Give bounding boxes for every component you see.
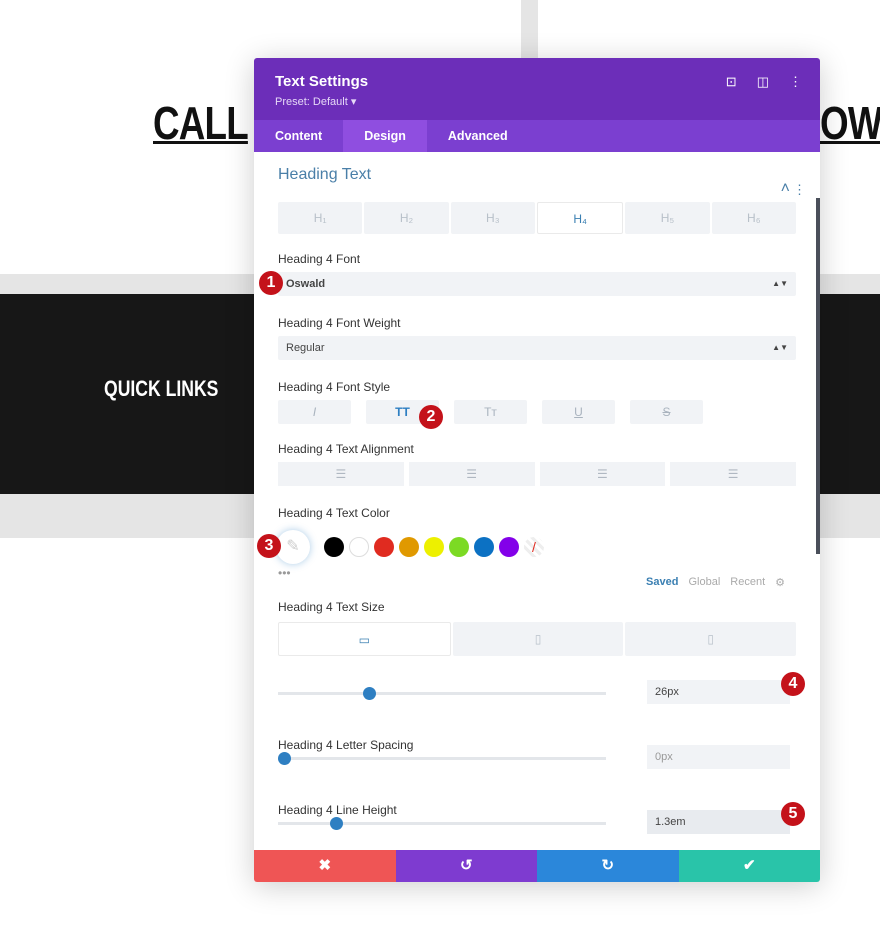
text-settings-modal: Text Settings Preset: Default ▾ ⊡ ◫ ⋮ Co… — [254, 58, 820, 882]
style-label: Heading 4 Font Style — [278, 380, 391, 394]
color-swatch[interactable] — [499, 537, 519, 557]
slider-handle[interactable] — [363, 687, 377, 700]
font-value: Oswald — [286, 278, 326, 290]
heading-tab-h2[interactable]: H₂ — [364, 202, 449, 234]
weight-select[interactable]: Regular ▲▼ — [278, 336, 796, 360]
line-height-input[interactable]: 1.3em — [647, 810, 790, 834]
italic-button[interactable]: I — [278, 400, 351, 424]
color-swatch[interactable] — [349, 537, 369, 557]
scrollbar[interactable] — [816, 198, 820, 554]
focus-icon[interactable]: ⊡ — [726, 74, 737, 90]
align-justify-icon[interactable]: ☰ — [670, 462, 796, 486]
color-swatch[interactable] — [449, 537, 469, 557]
color-label: Heading 4 Text Color — [278, 506, 390, 520]
select-arrows-icon: ▲▼ — [772, 279, 788, 288]
desktop-icon[interactable]: ▭ — [278, 622, 451, 656]
color-swatch[interactable] — [324, 537, 344, 557]
eyedropper-icon[interactable]: ✎ — [276, 530, 310, 564]
tablet-icon[interactable]: ▯ — [452, 622, 624, 656]
align-center-icon[interactable]: ☰ — [408, 462, 535, 486]
page-heading-right: OW — [820, 97, 880, 149]
gear-icon[interactable]: ⚙ — [775, 576, 785, 589]
capitalize-button[interactable]: Tт — [454, 400, 527, 424]
annotation-badge-2: 2 — [419, 405, 443, 429]
slider-handle[interactable] — [330, 817, 344, 830]
font-label: Heading 4 Font — [278, 252, 361, 266]
cancel-button[interactable]: ✖ — [254, 850, 396, 882]
line-height-slider[interactable] — [278, 817, 606, 830]
heading-tab-h4[interactable]: H₄ — [536, 202, 624, 234]
color-swatch[interactable] — [474, 537, 494, 557]
heading-tab-h5[interactable]: H₅ — [625, 202, 710, 234]
align-right-icon[interactable]: ☰ — [539, 462, 666, 486]
heading-tab-h3[interactable]: H₃ — [450, 202, 535, 234]
heading-tab-h6[interactable]: H₆ — [711, 202, 796, 234]
color-swatch[interactable] — [374, 537, 394, 557]
page-heading-left: CALL — [153, 97, 249, 149]
underline-button[interactable]: U — [542, 400, 615, 424]
annotation-badge-1: 1 — [259, 271, 283, 295]
save-button[interactable]: ✔ — [678, 850, 820, 882]
size-slider[interactable] — [278, 687, 606, 700]
tab-design[interactable]: Design — [343, 120, 427, 152]
weight-value: Regular — [286, 342, 325, 354]
slider-handle[interactable] — [278, 752, 291, 765]
spacing-input[interactable]: 0px — [647, 745, 790, 769]
swatch-list — [324, 537, 524, 557]
font-select[interactable]: Oswald ▲▼ — [278, 272, 796, 296]
phone-icon[interactable]: ▯ — [625, 622, 797, 656]
align-label: Heading 4 Text Alignment — [278, 442, 414, 456]
quick-links-heading: QUICK LINKS — [104, 376, 219, 401]
annotation-badge-5: 5 — [781, 802, 805, 826]
modal-tabs: Content Design Advanced — [254, 120, 820, 152]
size-label: Heading 4 Text Size — [278, 600, 385, 614]
palette-tab-global[interactable]: Global — [688, 576, 720, 589]
redo-button[interactable]: ↻ — [537, 850, 679, 882]
modal-header: Text Settings Preset: Default ▾ ⊡ ◫ ⋮ — [254, 58, 820, 120]
more-vertical-icon[interactable]: ⋮ — [789, 74, 802, 90]
spacing-slider[interactable] — [278, 752, 606, 765]
section-title[interactable]: Heading Text — [278, 166, 796, 190]
preset-dropdown[interactable]: Preset: Default ▾ — [275, 95, 799, 108]
select-arrows-icon: ▲▼ — [772, 343, 788, 352]
line-height-label: Heading 4 Line Height — [278, 803, 397, 817]
divider — [521, 0, 538, 58]
no-color-icon[interactable]: / — [524, 537, 544, 557]
chevron-up-icon[interactable]: ˄ — [781, 180, 790, 198]
palette-tab-recent[interactable]: Recent — [730, 576, 765, 589]
size-input[interactable]: 26px — [647, 680, 790, 704]
undo-button[interactable]: ↺ — [395, 850, 537, 882]
palette-tab-saved[interactable]: Saved — [646, 576, 678, 589]
spacing-label: Heading 4 Letter Spacing — [278, 738, 414, 752]
align-left-icon[interactable]: ☰ — [278, 462, 404, 486]
strikethrough-button[interactable]: S — [630, 400, 703, 424]
color-swatch[interactable] — [424, 537, 444, 557]
split-view-icon[interactable]: ◫ — [757, 74, 769, 90]
modal-title: Text Settings — [275, 73, 369, 90]
weight-label: Heading 4 Font Weight — [278, 316, 401, 330]
annotation-badge-4: 4 — [781, 672, 805, 696]
more-vertical-icon[interactable]: ⋮ — [793, 182, 806, 198]
color-swatch[interactable] — [399, 537, 419, 557]
annotation-badge-3: 3 — [257, 534, 281, 558]
tab-content[interactable]: Content — [254, 120, 343, 152]
heading-tab-h1[interactable]: H₁ — [278, 202, 363, 234]
tab-advanced[interactable]: Advanced — [427, 120, 529, 152]
